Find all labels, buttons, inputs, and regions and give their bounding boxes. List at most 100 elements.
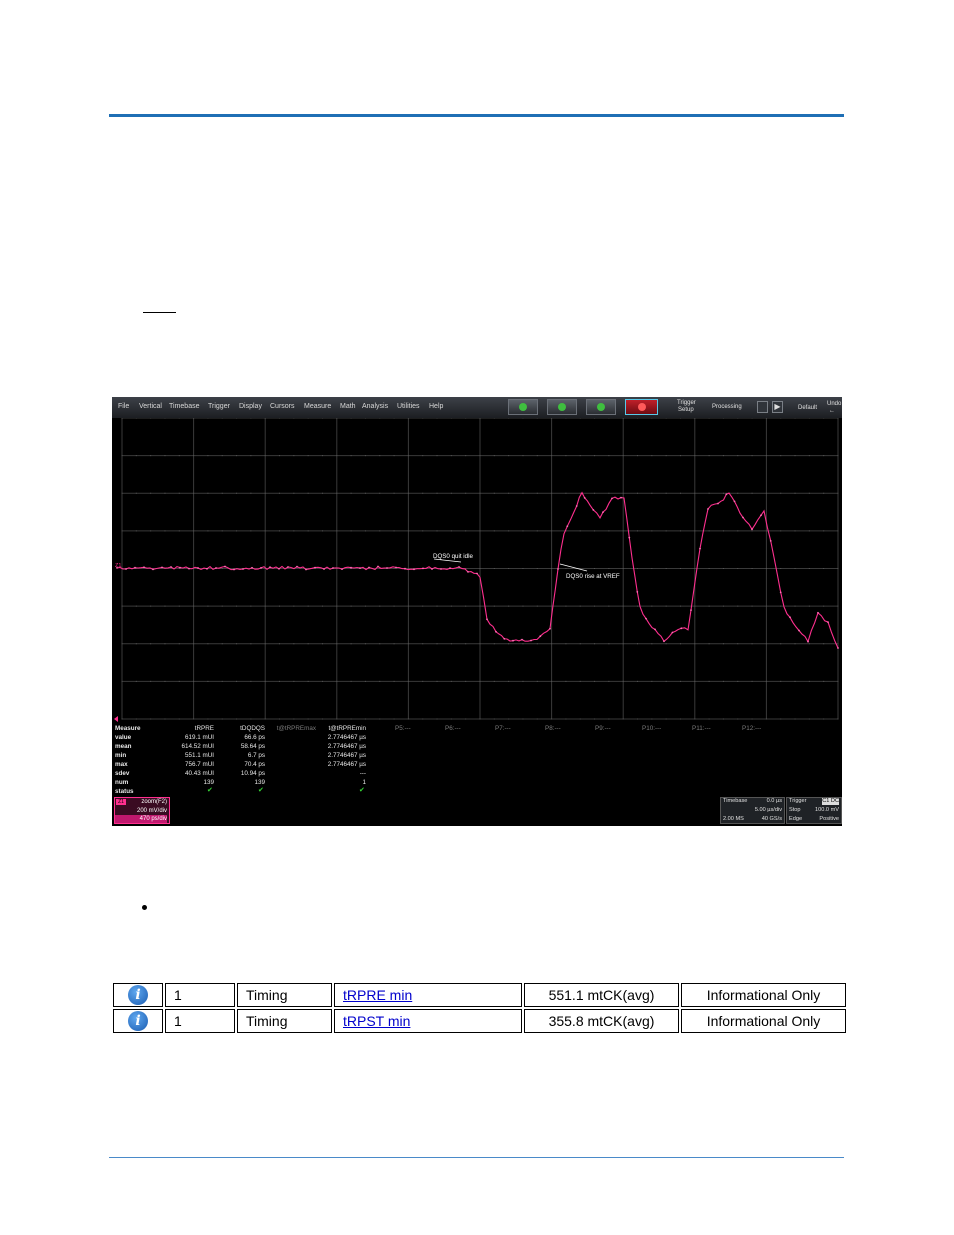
grid-dot — [551, 718, 553, 720]
param-slot[interactable]: P11:--- — [692, 725, 711, 732]
sample-point — [733, 500, 736, 503]
grid-dot — [465, 605, 467, 607]
grid-dot — [837, 568, 839, 569]
measure-col-header[interactable]: t@tRPREmin — [314, 725, 366, 732]
grid-dot — [694, 680, 696, 682]
grid-dot — [422, 605, 424, 607]
grid-dot — [780, 455, 782, 457]
sample-point — [323, 568, 325, 570]
test-link[interactable]: tRPRE min — [343, 987, 412, 1003]
grid-dot — [250, 718, 252, 720]
grid-dot — [250, 455, 252, 457]
normal-button[interactable] — [586, 399, 616, 415]
trigger-setup-line1[interactable]: Trigger — [677, 400, 696, 407]
param-slot[interactable]: P9:--- — [595, 725, 611, 732]
undo-arrow-icon[interactable]: ← — [829, 408, 835, 415]
default-label[interactable]: Default — [798, 405, 817, 412]
grid-dot — [279, 718, 281, 720]
menu-utilities[interactable]: Utilities — [397, 403, 420, 410]
grid-dot — [207, 718, 209, 720]
param-slot[interactable]: P8:--- — [545, 725, 561, 732]
trigger-label: Trigger — [789, 798, 807, 804]
grid-dot — [808, 680, 810, 682]
stop-button[interactable] — [625, 399, 658, 415]
grid-dot — [207, 605, 209, 607]
grid-dot — [808, 605, 810, 607]
grid-dot — [536, 718, 538, 720]
row-result: Informational Only — [681, 1009, 846, 1033]
sample-point — [539, 635, 542, 638]
test-link[interactable]: tRPST min — [343, 1013, 410, 1029]
menu-trigger[interactable]: Trigger — [208, 403, 230, 410]
grid-dot — [379, 418, 381, 419]
menu-file[interactable]: File — [118, 403, 129, 410]
grid-dot — [293, 492, 295, 494]
sample-point — [224, 565, 226, 568]
grid-dot — [407, 418, 409, 419]
grid-dot — [164, 643, 166, 645]
measure-col-header[interactable]: t@tRPREmax — [264, 725, 316, 732]
sample-point — [269, 566, 271, 569]
grid-dot — [608, 680, 610, 682]
grid-dot — [780, 605, 782, 607]
measure-col-header[interactable]: tDQDQS — [225, 725, 265, 732]
timebase-descriptor[interactable]: Timebase 0.0 µs 5.00 µs/div 2.00 MS 40 G… — [720, 797, 785, 824]
grid-dot — [450, 455, 452, 457]
sample-point — [422, 567, 424, 570]
menu-display[interactable]: Display — [239, 403, 262, 410]
param-slot[interactable]: P5:--- — [395, 725, 411, 732]
sample-point — [654, 628, 656, 631]
trigger-setup-line2[interactable]: Setup — [678, 407, 694, 414]
menu-cursors[interactable]: Cursors — [270, 403, 295, 410]
menu-measure[interactable]: Measure — [304, 403, 331, 410]
play-icon[interactable]: ▶ — [772, 401, 783, 413]
grid-dot — [336, 530, 338, 532]
menu-analysis[interactable]: Analysis — [362, 403, 388, 410]
grid-dot — [321, 455, 323, 457]
oscilloscope-screenshot: File Vertical Timebase Trigger Display C… — [112, 397, 842, 826]
grid-dot — [594, 680, 596, 682]
grid-dot — [236, 418, 238, 419]
grid-dot — [780, 492, 782, 494]
grid-dot — [393, 492, 395, 494]
param-slot[interactable]: P7:--- — [495, 725, 511, 732]
sample-point — [161, 566, 163, 569]
sample-point — [503, 637, 506, 640]
param-slot[interactable]: P6:--- — [445, 725, 461, 732]
sample-point — [260, 567, 262, 569]
grid-dot — [808, 418, 810, 419]
grid-dot — [407, 680, 409, 682]
param-slot[interactable]: P12:--- — [742, 725, 761, 732]
sample-point — [680, 627, 683, 630]
grid-dot — [765, 680, 767, 682]
single-button[interactable] — [547, 399, 577, 415]
grid-dot — [608, 718, 610, 720]
auto-setup-button[interactable] — [508, 399, 538, 415]
measure-col-header[interactable]: tRPRE — [174, 725, 214, 732]
sample-point — [296, 565, 298, 568]
zoom-trace-descriptor[interactable]: Z1 zoom(F2) 200 mV/div 470 ps/div — [114, 797, 170, 824]
menu-help[interactable]: Help — [429, 403, 443, 410]
undo-label[interactable]: Undo — [827, 401, 841, 408]
menu-vertical[interactable]: Vertical — [139, 403, 162, 410]
grid-dot — [508, 718, 510, 720]
grid-dot — [737, 568, 739, 569]
grid-dot — [178, 492, 180, 494]
grid-dot — [364, 418, 366, 419]
trigger-descriptor[interactable]: Trigger C1 DC Stop 100.0 mV Edge Positiv… — [786, 797, 842, 824]
grid-dot — [737, 418, 739, 419]
param-slot[interactable]: P10:--- — [642, 725, 661, 732]
grid-dot — [722, 568, 724, 569]
sample-point — [602, 511, 604, 513]
grid-dot — [565, 492, 567, 494]
grid-dot — [279, 643, 281, 645]
measure-cell: 2.7746467 µs — [327, 743, 366, 750]
stop-square-icon[interactable] — [757, 401, 768, 413]
menu-timebase[interactable]: Timebase — [169, 403, 199, 410]
grid-dot — [121, 643, 123, 645]
sample-point — [769, 540, 772, 542]
menu-math[interactable]: Math — [340, 403, 356, 410]
grid-dot — [236, 643, 238, 645]
grid-dot — [737, 643, 739, 645]
sample-point — [179, 566, 181, 569]
